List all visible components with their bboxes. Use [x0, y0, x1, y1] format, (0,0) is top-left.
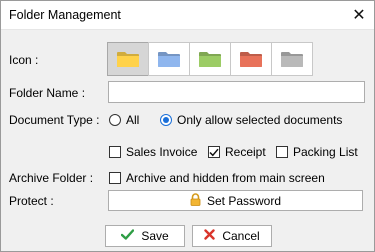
radio-selected-documents-label: Only allow selected documents [177, 113, 343, 127]
green-folder-icon [198, 50, 222, 68]
icon-label: Icon : [9, 53, 39, 67]
folder-icon-option-yellow[interactable] [107, 42, 149, 76]
cancel-label: Cancel [222, 229, 260, 243]
packing-list-checkbox[interactable] [276, 146, 288, 158]
receipt-label: Receipt [225, 145, 266, 159]
radio-selected-documents[interactable]: Only allow selected documents [160, 113, 342, 127]
archive-checkbox-label: Archive and hidden from main screen [126, 171, 325, 185]
checkbox-receipt[interactable]: Receipt [208, 145, 266, 159]
checkbox-archive[interactable]: Archive and hidden from main screen [109, 171, 325, 185]
folder-icon-option-red[interactable] [230, 42, 272, 76]
save-button[interactable]: Save [105, 225, 185, 247]
x-icon [204, 229, 216, 243]
set-password-button[interactable]: Set Password [108, 190, 363, 211]
lock-icon [190, 192, 201, 209]
packing-list-label: Packing List [293, 145, 358, 159]
folder-icon-option-green[interactable] [189, 42, 231, 76]
red-folder-icon [239, 50, 263, 68]
folder-icon-picker [107, 42, 313, 76]
receipt-checkbox[interactable] [208, 146, 220, 158]
folder-name-input[interactable] [109, 82, 364, 102]
save-label: Save [141, 229, 169, 243]
sales-invoice-label: Sales Invoice [126, 145, 198, 159]
checkmark-icon [121, 229, 135, 243]
checkbox-packing-list[interactable]: Packing List [276, 145, 358, 159]
folder-management-dialog: Folder Management ✕ Icon : Folder Name :… [0, 0, 375, 252]
close-button[interactable]: ✕ [344, 1, 374, 29]
archive-checkbox[interactable] [109, 172, 121, 184]
protect-label: Protect : [9, 194, 54, 208]
yellow-folder-icon [116, 50, 140, 68]
radio-selected-documents-circle[interactable] [160, 114, 172, 126]
dialog-title: Folder Management [9, 8, 121, 22]
radio-all-label: All [126, 113, 140, 127]
blue-folder-icon [157, 50, 181, 68]
folder-icon-option-blue[interactable] [148, 42, 190, 76]
radio-all[interactable]: All [109, 113, 139, 127]
title-bar: Folder Management ✕ [1, 1, 374, 30]
folder-icon-option-gray[interactable] [271, 42, 313, 76]
radio-all-circle[interactable] [109, 114, 121, 126]
cancel-button[interactable]: Cancel [192, 225, 272, 247]
folder-name-label: Folder Name : [9, 86, 86, 100]
archive-folder-label: Archive Folder : [9, 171, 94, 185]
folder-name-field-box [108, 81, 365, 103]
sales-invoice-checkbox[interactable] [109, 146, 121, 158]
gray-folder-icon [280, 50, 304, 68]
set-password-label: Set Password [206, 193, 282, 208]
checkbox-sales-invoice[interactable]: Sales Invoice [109, 145, 197, 159]
document-type-label: Document Type : [9, 113, 100, 127]
